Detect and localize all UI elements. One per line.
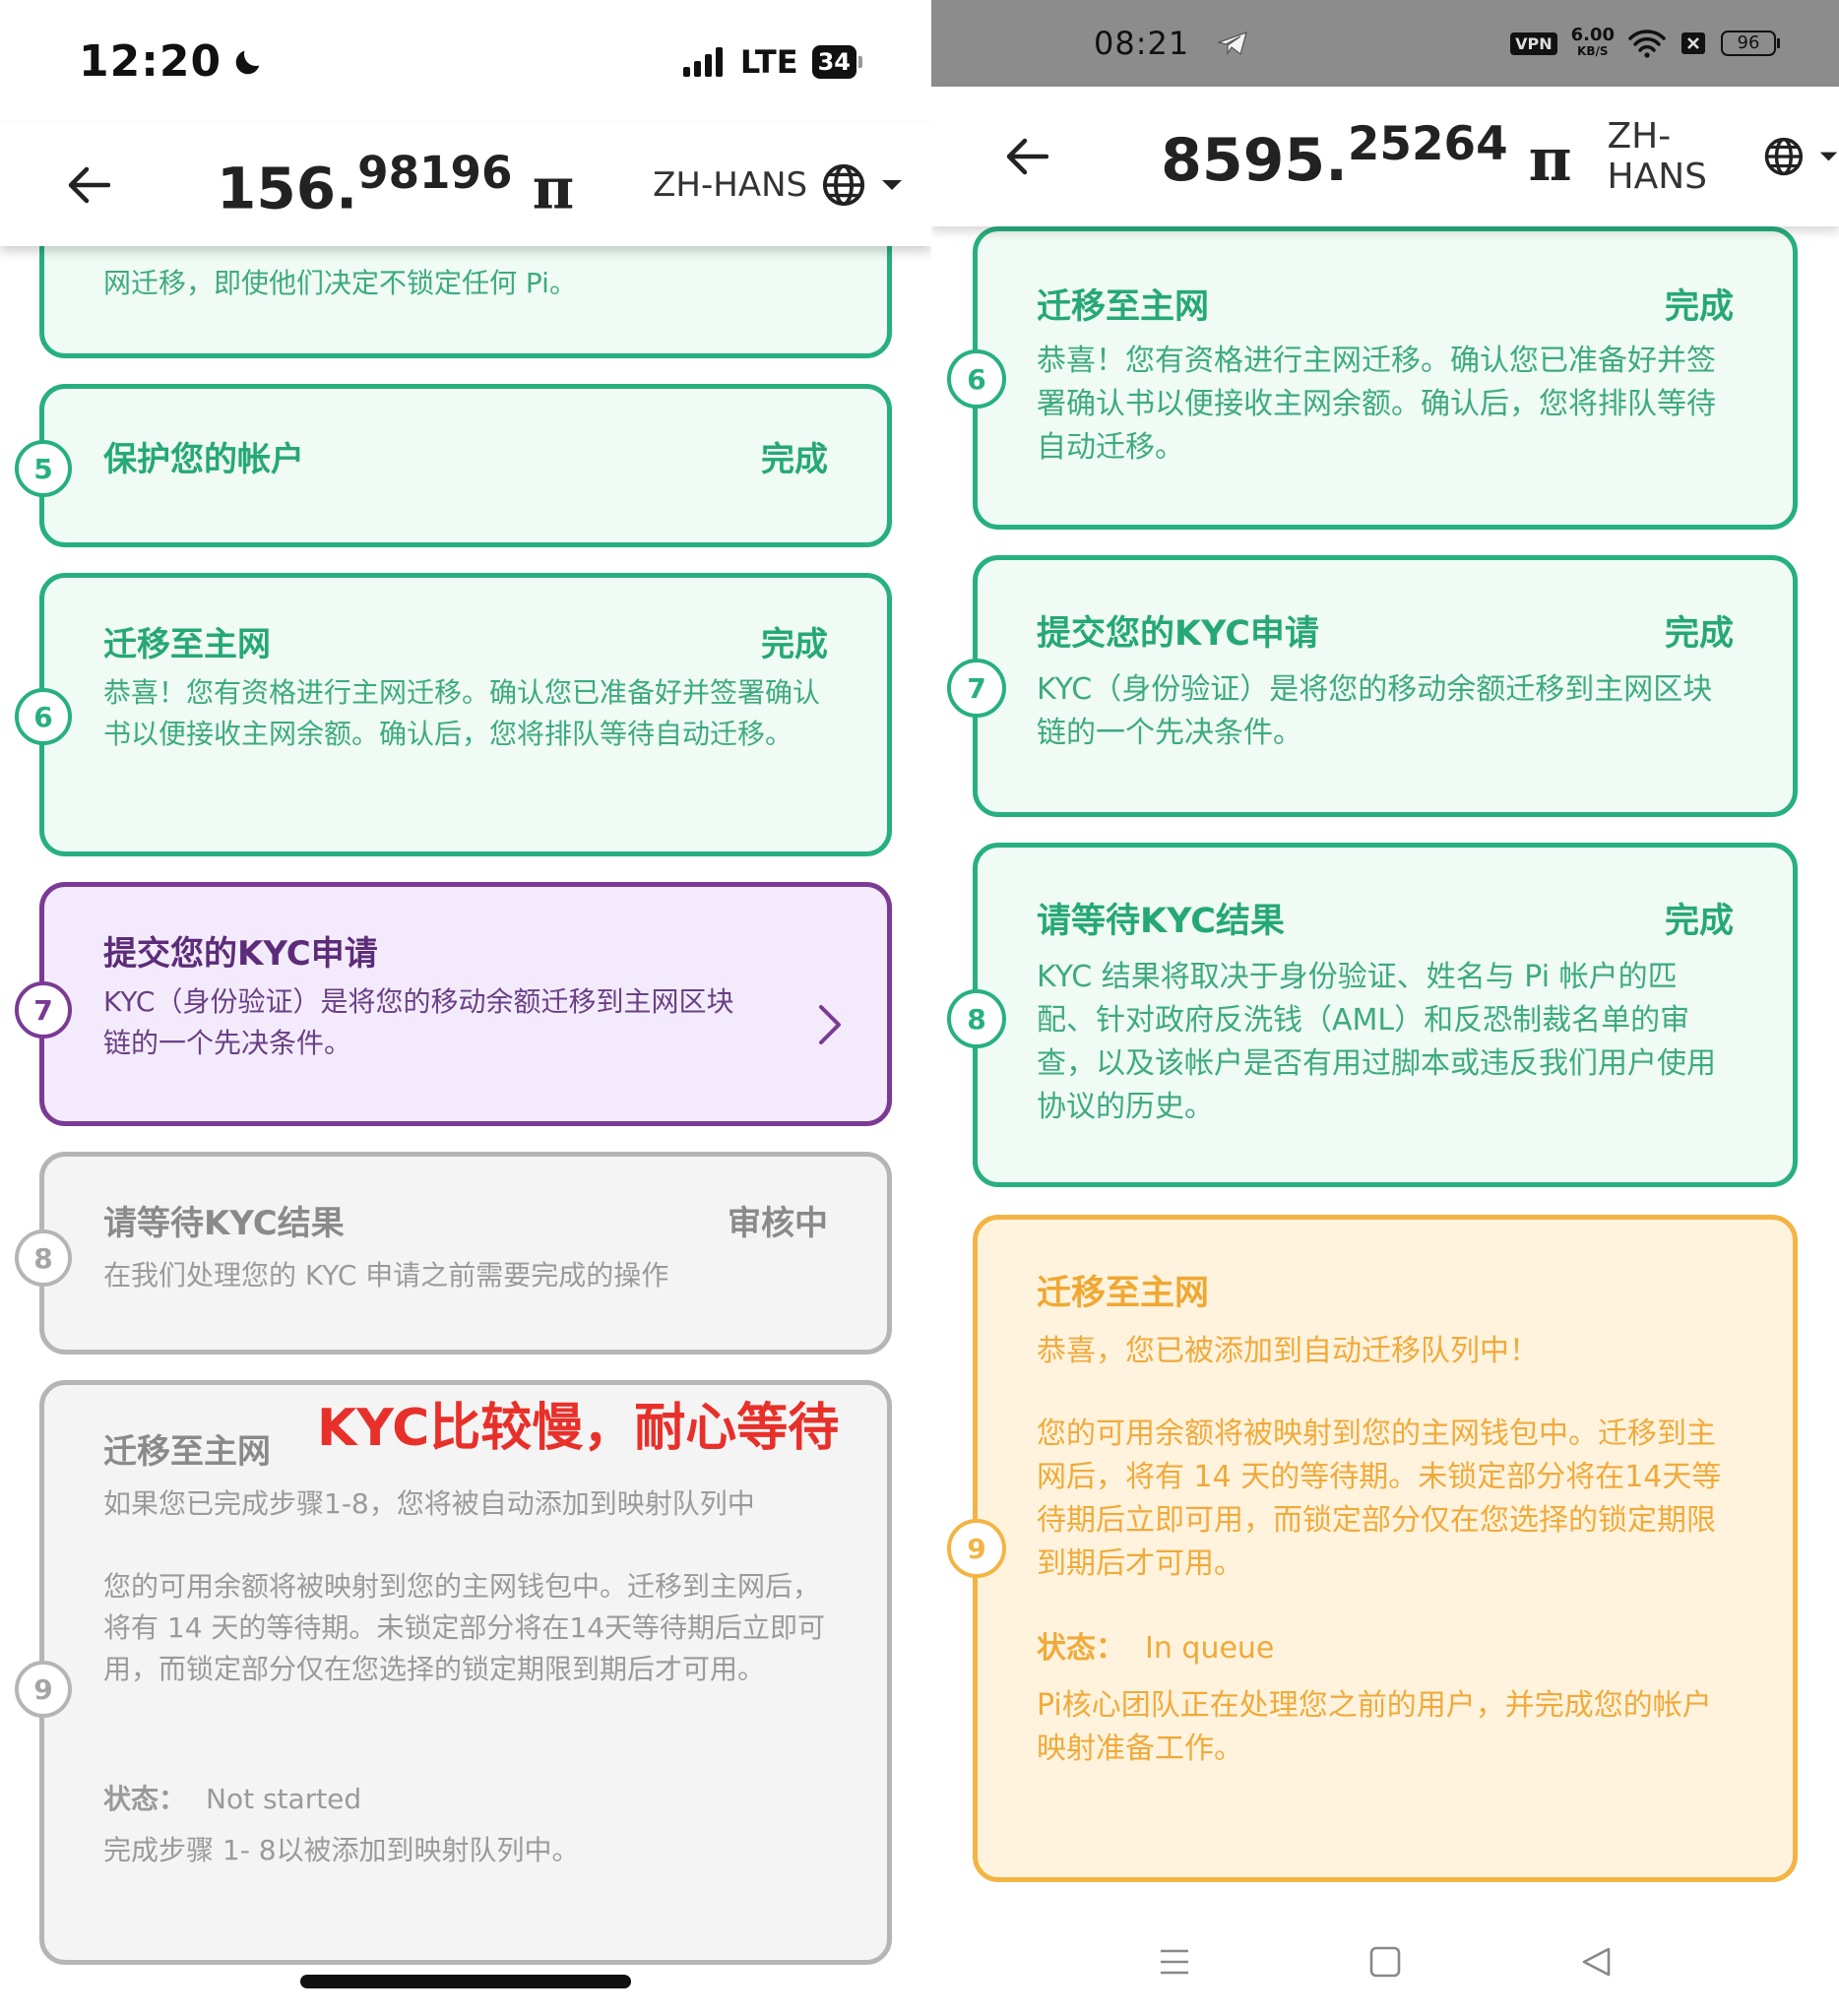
step-status: 完成: [1664, 902, 1734, 941]
moon-icon: [235, 50, 260, 74]
step-description: KYC 结果将取决于身份验证、姓名与 Pi 帐户的匹配、针对政府反洗钱（AML）…: [1037, 960, 1716, 1124]
step-card-7[interactable]: 7 提交您的KYC申请 KYC（身份验证）是将您的移动余额迁移到主网区块链的一个…: [15, 882, 892, 1126]
network-type: LTE: [739, 42, 798, 81]
pi-balance: 156.98196 π: [217, 147, 575, 222]
step-status: 完成: [1664, 287, 1734, 327]
step-title: 提交您的KYC申请: [103, 934, 378, 974]
step-card-8[interactable]: 8 请等待KYC结果 完成 KYC 结果将取决于身份验证、姓名与 Pi 帐户的匹配…: [947, 843, 1798, 1187]
step-description: KYC（身份验证）是将您的移动余额迁移到主网区块链的一个先决条件。: [103, 985, 734, 1059]
vpn-icon: VPN: [1510, 32, 1557, 55]
menu-icon[interactable]: [1158, 1945, 1191, 1979]
home-icon[interactable]: [1368, 1945, 1402, 1979]
left-screenshot: 12:20 LTE 34 156.98196 π ZH-HANS 网迁移，即使他…: [0, 0, 931, 2016]
step-status-line: 状态： Not started: [103, 1779, 828, 1820]
step-description: 恭喜！您有资格进行主网迁移。确认您已准备好并签署确认书以便接收主网余额。确认后，…: [103, 676, 821, 750]
arrow-left-icon: [68, 166, 110, 203]
step-card-9: 9 迁移至主网 恭喜，您已被添加到自动迁移队列中！ 您的可用余额将被映射到您的主…: [947, 1215, 1798, 1882]
right-screenshot: 08:21 VPN 6.00 KB/S 96 8595.25264 π ZH-H…: [931, 0, 1839, 2016]
step-description: KYC（身份验证）是将您的移动余额迁移到主网区块链的一个先决条件。: [1037, 672, 1713, 750]
step-number: 6: [947, 349, 1006, 409]
step-description: 恭喜！您有资格进行主网迁移。确认您已准备好并签署确认书以便接收主网余额。确认后，…: [1037, 344, 1716, 465]
step-number: 7: [947, 659, 1006, 718]
home-indicator[interactable]: [300, 1975, 631, 1988]
step-description: 在我们处理您的 KYC 申请之前需要完成的操作: [103, 1259, 669, 1292]
step-description: 如果您已完成步骤1-8，您将被自动添加到映射队列中: [103, 1487, 755, 1520]
step-title: 提交您的KYC申请: [1037, 614, 1319, 654]
network-speed: 6.00 KB/S: [1570, 25, 1615, 59]
step-status-note: 完成步骤 1- 8以被添加到映射队列中。: [103, 1834, 580, 1866]
step-card-5[interactable]: 5 保护您的帐户 完成: [15, 384, 892, 547]
step-card-8: 8 请等待KYC结果 审核中 在我们处理您的 KYC 申请之前需要完成的操作: [15, 1152, 892, 1354]
status-value: In queue: [1145, 1631, 1275, 1666]
step-number: 7: [15, 981, 72, 1039]
back-button[interactable]: [1000, 127, 1052, 186]
language-label: ZH-HANS: [1607, 116, 1707, 197]
battery-icon: 34: [811, 44, 862, 79]
step-title: 迁移至主网: [103, 625, 271, 664]
step-card-7[interactable]: 7 提交您的KYC申请 完成 KYC（身份验证）是将您的移动余额迁移到主网区块链的…: [947, 555, 1798, 817]
step-status-line: 状态： In queue: [1037, 1627, 1734, 1670]
step-card-6[interactable]: 6 迁移至主网 完成 恭喜！您有资格进行主网迁移。确认您已准备好并签署确认书以便接…: [15, 573, 892, 856]
app-header: 8595.25264 π ZH-HANS: [931, 87, 1839, 226]
pi-balance: 8595.25264 π: [1161, 117, 1572, 196]
step-title: 迁移至主网: [1037, 287, 1210, 327]
status-bar: 12:20 LTE 34: [0, 0, 931, 123]
chevron-right-icon: [819, 1005, 841, 1044]
language-selector[interactable]: ZH-HANS: [653, 162, 904, 208]
step-number: 8: [947, 989, 1006, 1048]
battery-level: 96: [1737, 32, 1760, 53]
globe-icon: [1765, 137, 1804, 176]
step-description: 网迁移，即使他们决定不锁定任何 Pi。: [103, 267, 577, 299]
signal-icon: [682, 46, 723, 77]
status-label: 状态：: [1037, 1631, 1125, 1666]
step-title: 请等待KYC结果: [1037, 902, 1285, 941]
step-number: 9: [15, 1661, 72, 1718]
step-status-note: Pi核心团队正在处理您之前的用户，并完成您的帐户映射准备工作。: [1037, 1688, 1712, 1766]
step-description-detail: 您的可用余额将被映射到您的主网钱包中。迁移到主网后，将有 14 天的等待期。未锁…: [103, 1570, 826, 1685]
step-title: 请等待KYC结果: [103, 1204, 345, 1243]
step-description: 恭喜，您已被添加到自动迁移队列中！: [1037, 1334, 1539, 1368]
chevron-down-icon: [882, 179, 903, 190]
sim-disabled-icon: [1681, 32, 1705, 54]
battery-level: 34: [817, 47, 851, 76]
wifi-icon: [1628, 30, 1666, 58]
step-status: 完成: [761, 625, 828, 664]
step-title: 迁移至主网: [103, 1432, 271, 1472]
language-selector[interactable]: ZH-HANS: [1608, 116, 1839, 197]
app-header: 156.98196 π ZH-HANS: [0, 123, 931, 246]
status-time: 12:20: [79, 36, 222, 87]
step-status: 完成: [761, 440, 828, 479]
step-card-9: 9 迁移至主网 如果您已完成步骤1-8，您将被自动添加到映射队列中 您的可用余额…: [15, 1380, 892, 1965]
status-time: 08:21: [1094, 25, 1190, 62]
language-label: ZH-HANS: [653, 164, 808, 205]
step-number: 6: [15, 688, 72, 745]
status-bar: 08:21 VPN 6.00 KB/S 96: [931, 0, 1839, 87]
android-nav-bar: [931, 1908, 1839, 2016]
step-number: 9: [947, 1519, 1006, 1578]
step-title: 保护您的帐户: [103, 440, 304, 479]
back-button[interactable]: [59, 156, 118, 215]
arrow-left-icon: [1006, 138, 1048, 175]
step-status: 完成: [1664, 614, 1734, 654]
battery-icon: 96: [1721, 31, 1780, 56]
pi-symbol: π: [1528, 126, 1572, 196]
step-title: 迁移至主网: [1037, 1274, 1210, 1313]
step-card-6[interactable]: 6 迁移至主网 完成 恭喜！您有资格进行主网迁移。确认您已准备好并签署确认书以便接…: [947, 226, 1798, 530]
step-number: 8: [15, 1229, 72, 1287]
step-description-detail: 您的可用余额将被映射到您的主网钱包中。迁移到主网后，将有 14 天的等待期。未锁…: [1037, 1417, 1722, 1581]
telegram-icon: [1217, 32, 1248, 56]
back-triangle-icon[interactable]: [1579, 1945, 1613, 1979]
step-status: 审核中: [728, 1204, 828, 1243]
pi-symbol: π: [532, 155, 575, 222]
status-value: Not started: [206, 1783, 362, 1815]
annotation-text: KYC比较慢，耐心等待: [317, 1399, 840, 1458]
chevron-down-icon: [1819, 152, 1838, 161]
step-number: 5: [15, 440, 72, 497]
status-label: 状态：: [103, 1783, 187, 1815]
globe-icon: [823, 163, 865, 206]
